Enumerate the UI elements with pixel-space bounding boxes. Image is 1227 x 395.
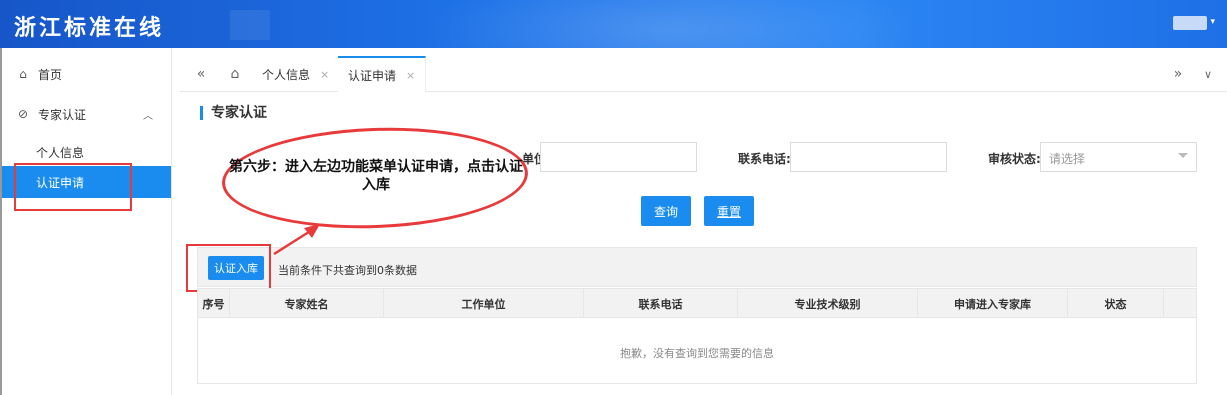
page-title: 专家认证 [200,106,267,120]
status-label: 审核状态: [988,152,1041,166]
column-header: 联系电话 [584,289,738,318]
column-header: 专家姓名 [230,289,384,318]
tab-personal-info[interactable]: 个人信息 × [252,56,341,92]
tab-label: 认证申请 [348,68,397,83]
empty-state-message: 抱歉，没有查询到您需要的信息 [620,347,774,360]
annotation-text: 第六步：进入左边功能菜单认证申请，点击认证入库 [229,159,523,193]
result-count: 当前条件下共查询到0条数据 [278,264,417,277]
app-title: 浙江标准在线 [14,16,165,41]
column-header: 专业技术级别 [738,289,918,318]
phone-label: 联系电话: [738,152,791,166]
tabs-menu-chevron-down-icon[interactable]: ∨ [1197,56,1219,92]
sidebar-item-label: 专家认证 [38,107,87,122]
query-button[interactable]: 查询 [641,196,691,226]
results-table: 序号 专家姓名 工作单位 联系电话 专业技术级别 申请进入专家库 状态 抱歉，没… [197,288,1197,384]
phone-input[interactable] [790,142,947,172]
chevron-down-icon [1178,153,1188,158]
sidebar-item-label: 个人信息 [36,145,85,160]
tab-bar: « ⌂ 个人信息 × 认证申请 × » ∨ [180,56,1227,92]
column-header: 序号 [198,289,230,318]
reset-button-label: 重置 [716,204,741,219]
annotation-highlight-box [14,163,132,211]
tab-label: 个人信息 [262,67,311,82]
user-avatar[interactable] [1173,16,1207,30]
sidebar-item-label: 首页 [38,67,63,82]
table-header: 序号 专家姓名 工作单位 联系电话 专业技术级别 申请进入专家库 状态 [198,289,1196,318]
chevron-up-icon[interactable]: ︿ [143,107,153,122]
tabs-scroll-right-icon[interactable]: » [1167,56,1189,92]
status-select[interactable]: 请选择 [1040,142,1197,172]
app-header: 浙江标准在线 ▾ [0,0,1227,48]
shield-check-icon: ⊘ [17,107,29,121]
sidebar-item-home[interactable]: ⌂ 首页 [0,54,171,94]
tab-certification-apply[interactable]: 认证申请 × [338,56,427,92]
user-menu-caret-icon[interactable]: ▾ [1210,17,1215,27]
window-edge [0,48,2,395]
status-select-value: 请选择 [1049,152,1086,166]
annotation-highlight-box [186,244,271,292]
tabs-scroll-left-icon[interactable]: « [190,56,212,92]
header-decoration [230,10,270,40]
column-header: 状态 [1068,289,1164,318]
work-unit-input[interactable] [540,142,697,172]
reset-button[interactable]: 重置 [704,196,754,226]
sidebar: ⌂ 首页 ⊘ 专家认证 ︿ 个人信息 认证申请 [0,48,172,395]
annotation-arrow-icon [273,224,320,256]
home-tab-icon[interactable]: ⌂ [224,56,246,92]
column-header: 工作单位 [384,289,584,318]
close-icon[interactable]: × [406,69,415,82]
home-icon: ⌂ [19,67,27,81]
header-decoration [420,0,920,48]
sidebar-item-expert-certification[interactable]: ⊘ 专家认证 ︿ [0,94,171,134]
column-header: 申请进入专家库 [918,289,1068,318]
close-icon[interactable]: × [320,68,329,81]
